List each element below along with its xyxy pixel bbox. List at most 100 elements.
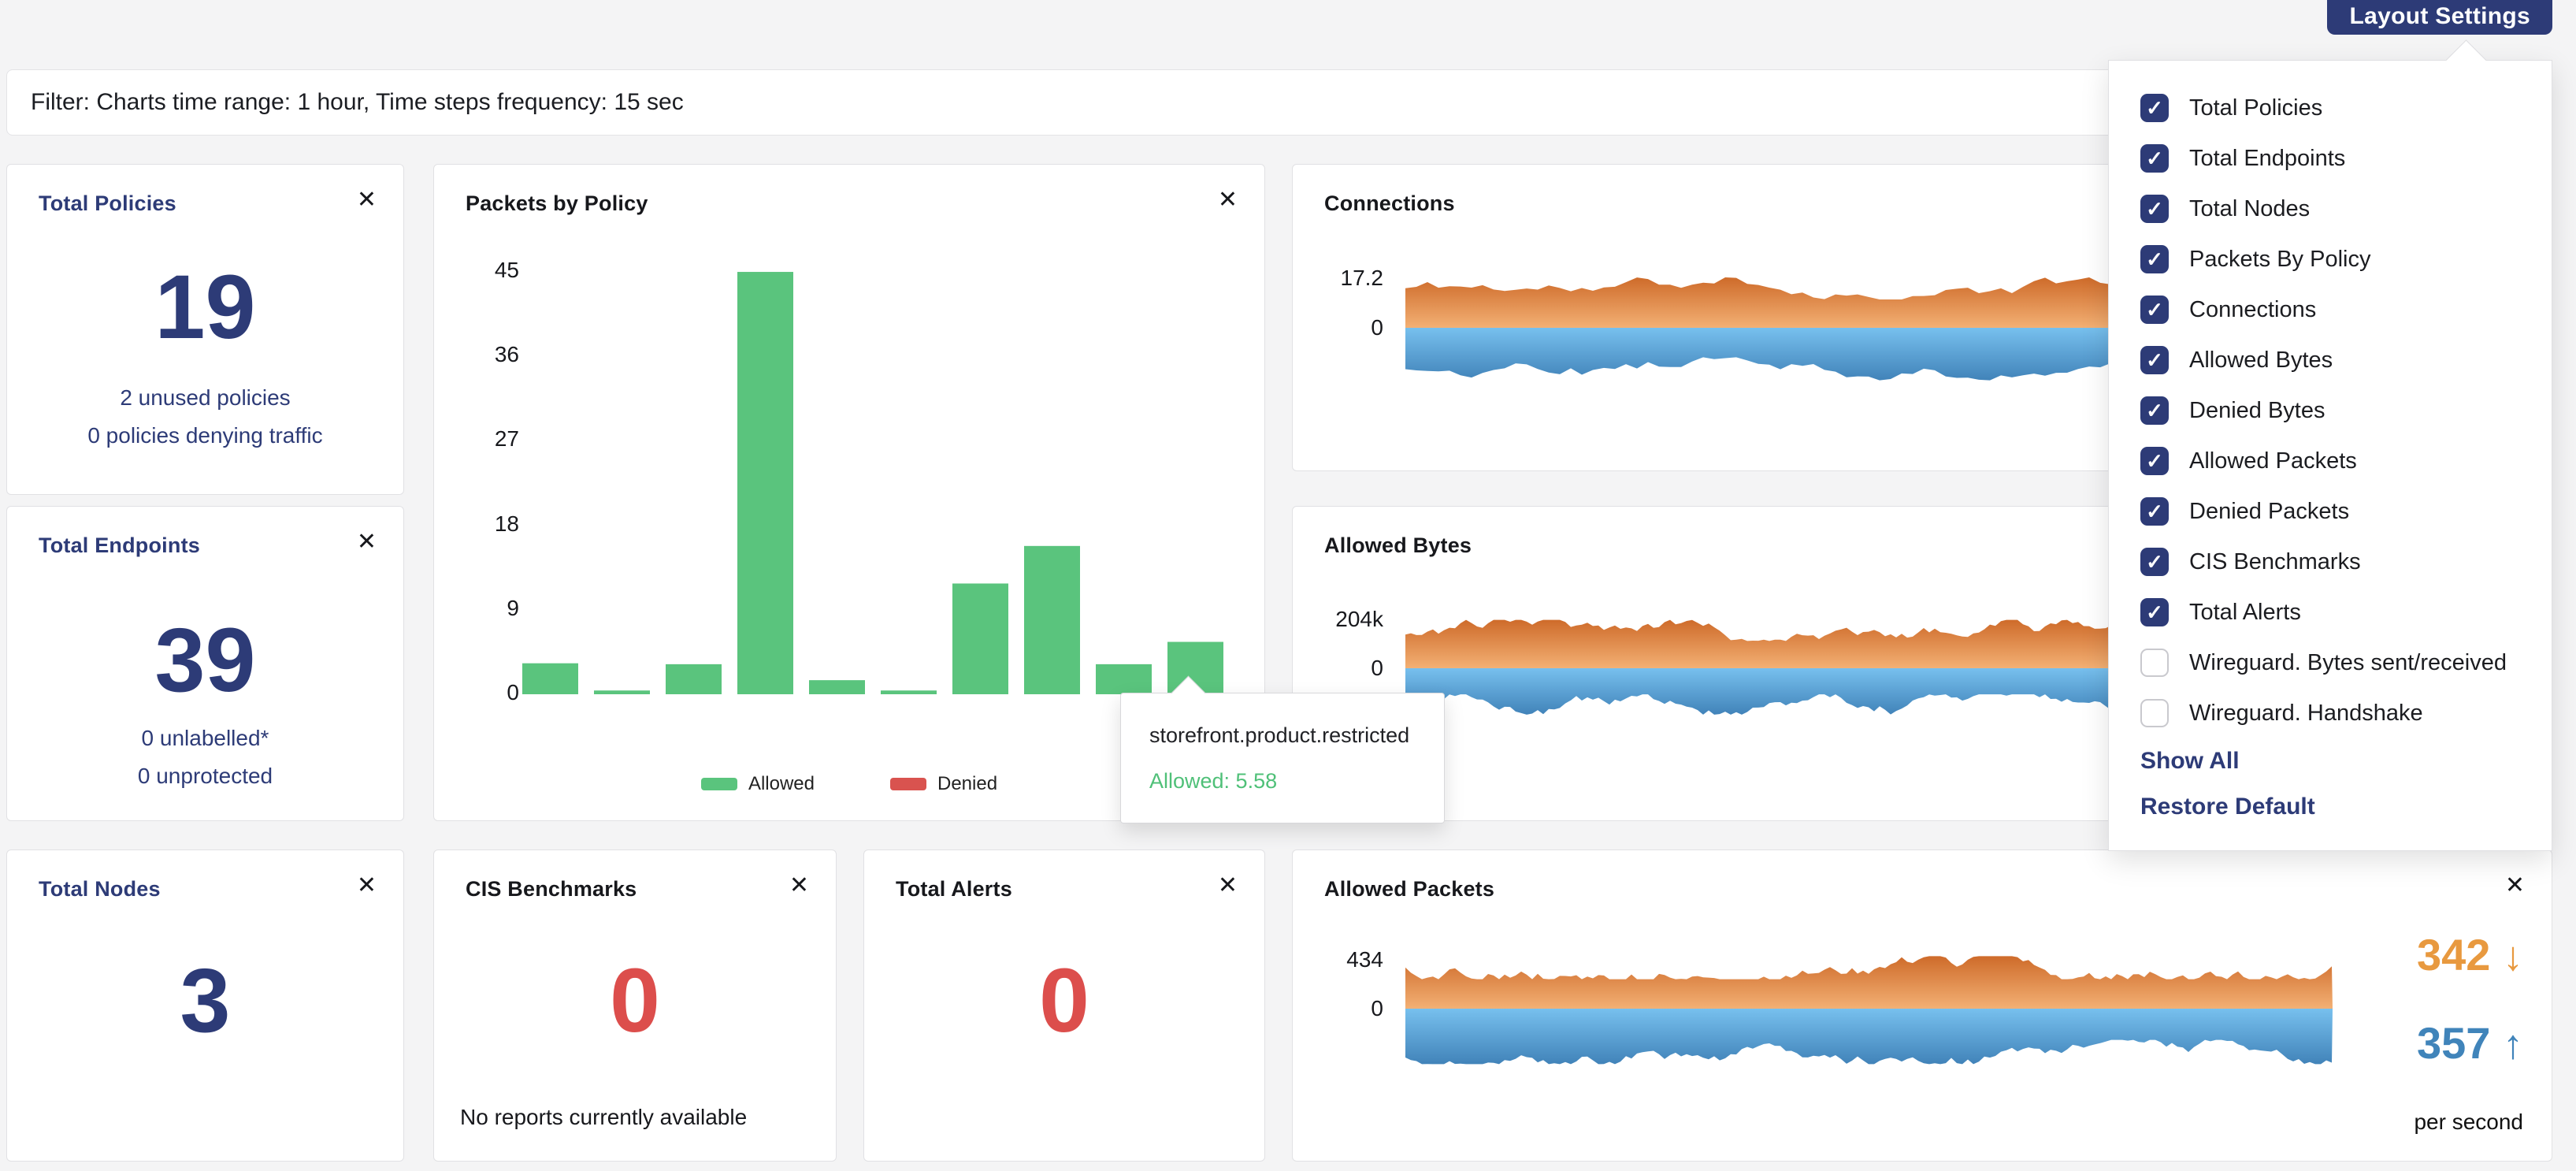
checkbox-checked-icon[interactable]: ✓ xyxy=(2140,296,2169,324)
checkbox-checked-icon[interactable]: ✓ xyxy=(2140,94,2169,122)
layout-menu-item-total-policies[interactable]: ✓ Total Policies xyxy=(2109,83,2552,133)
no-reports-text: No reports currently available xyxy=(460,1106,747,1128)
total-alerts-card: Total Alerts ✕ 0 xyxy=(863,849,1265,1162)
total-endpoints-value: 39 xyxy=(7,615,403,706)
legend-denied: Denied xyxy=(890,773,997,795)
card-title: Allowed Bytes xyxy=(1324,533,1472,558)
layout-menu-item-label: Denied Bytes xyxy=(2189,398,2325,424)
total-nodes-card: Total Nodes ✕ 3 xyxy=(6,849,404,1162)
layout-menu-item-label: Connections xyxy=(2189,297,2316,323)
dashboard-page: Layout Settings Filter: Charts time rang… xyxy=(0,0,2576,1171)
y-tick: 0 xyxy=(1316,998,1383,1020)
layout-menu-item-label: Allowed Bytes xyxy=(2189,348,2333,374)
layout-menu-item-cis-benchmarks[interactable]: ✓ CIS Benchmarks xyxy=(2109,537,2552,587)
legend-allowed: Allowed xyxy=(701,773,815,795)
y-tick: 0 xyxy=(458,682,519,704)
total-alerts-value: 0 xyxy=(864,956,1264,1046)
y-tick: 45 xyxy=(458,259,519,281)
total-endpoints-card: Total Endpoints ✕ 39 0 unlabelled* 0 unp… xyxy=(6,506,404,821)
card-title: Allowed Packets xyxy=(1324,877,1494,901)
unused-policies-text: 2 unused policies xyxy=(7,387,403,409)
packets-up-stat: 357 ↑ xyxy=(2417,1021,2523,1065)
checkbox-checked-icon[interactable]: ✓ xyxy=(2140,447,2169,475)
allowed-swatch-icon xyxy=(701,778,737,790)
close-icon[interactable]: ✕ xyxy=(2505,874,2525,898)
show-all-link[interactable]: Show All xyxy=(2109,738,2552,784)
layout-settings-menu: ✓ Total Policies ✓ Total Endpoints ✓ Total No… xyxy=(2108,60,2552,851)
y-tick: 0 xyxy=(1316,317,1383,339)
layout-menu-item-label: Total Alerts xyxy=(2189,600,2301,626)
menu-caret-icon xyxy=(2445,39,2486,80)
filter-text: Filter: Charts time range: 1 hour, Time … xyxy=(31,89,684,116)
y-tick: 204k xyxy=(1316,608,1383,630)
layout-menu-item-label: Total Endpoints xyxy=(2189,146,2345,172)
card-title: Total Nodes xyxy=(39,877,161,901)
total-policies-value: 19 xyxy=(7,262,403,353)
y-tick: 18 xyxy=(458,513,519,535)
layout-settings-button[interactable]: Layout Settings xyxy=(2327,0,2552,35)
restore-default-link[interactable]: Restore Default xyxy=(2109,784,2552,830)
checkbox-checked-icon[interactable]: ✓ xyxy=(2140,195,2169,223)
layout-menu-item-label: CIS Benchmarks xyxy=(2189,549,2361,575)
card-title: Total Alerts xyxy=(896,877,1012,901)
checkbox-checked-icon[interactable]: ✓ xyxy=(2140,346,2169,374)
arrow-up-icon: ↑ xyxy=(2503,1022,2523,1068)
y-tick: 434 xyxy=(1316,949,1383,971)
layout-menu-item-wireguard-bytes-sent-received[interactable]: Wireguard. Bytes sent/received xyxy=(2109,638,2552,688)
allowed-packets-stream-chart[interactable] xyxy=(1405,941,2333,1079)
layout-menu-item-label: Allowed Packets xyxy=(2189,448,2357,474)
denied-swatch-icon xyxy=(890,778,926,790)
tooltip-policy-name: storefront.product.restricted xyxy=(1149,723,1409,748)
denying-policies-text: 0 policies denying traffic xyxy=(7,425,403,447)
layout-menu-item-connections[interactable]: ✓ Connections xyxy=(2109,284,2552,335)
layout-menu-item-label: Wireguard. Handshake xyxy=(2189,701,2423,727)
checkbox-checked-icon[interactable]: ✓ xyxy=(2140,396,2169,425)
card-title: Total Endpoints xyxy=(39,533,200,558)
checkbox-unchecked-icon[interactable] xyxy=(2140,649,2169,677)
checkbox-checked-icon[interactable]: ✓ xyxy=(2140,497,2169,526)
per-second-label: per second xyxy=(2414,1111,2523,1133)
close-icon[interactable]: ✕ xyxy=(789,874,809,898)
close-icon[interactable]: ✕ xyxy=(357,530,377,554)
card-title: Connections xyxy=(1324,191,1455,216)
packets-down-stat: 342 ↓ xyxy=(2417,933,2523,977)
layout-menu-item-label: Packets By Policy xyxy=(2189,247,2370,273)
layout-menu-item-denied-bytes[interactable]: ✓ Denied Bytes xyxy=(2109,385,2552,436)
card-title: Total Policies xyxy=(39,191,176,216)
layout-menu-item-packets-by-policy[interactable]: ✓ Packets By Policy xyxy=(2109,234,2552,284)
close-icon[interactable]: ✕ xyxy=(357,188,377,212)
arrow-down-icon: ↓ xyxy=(2503,934,2523,980)
y-tick: 9 xyxy=(458,597,519,619)
cis-benchmarks-value: 0 xyxy=(434,956,836,1046)
legend-allowed-label: Allowed xyxy=(748,773,815,795)
checkbox-unchecked-icon[interactable] xyxy=(2140,699,2169,727)
layout-menu-item-total-nodes[interactable]: ✓ Total Nodes xyxy=(2109,184,2552,234)
y-tick: 17.2 xyxy=(1316,267,1383,289)
layout-menu-item-label: Total Nodes xyxy=(2189,196,2310,222)
layout-menu-item-allowed-packets[interactable]: ✓ Allowed Packets xyxy=(2109,436,2552,486)
checkbox-checked-icon[interactable]: ✓ xyxy=(2140,598,2169,626)
layout-menu-item-denied-packets[interactable]: ✓Denied Packets xyxy=(2109,486,2552,537)
layout-menu-item-allowed-bytes[interactable]: ✓ Allowed Bytes xyxy=(2109,335,2552,385)
y-tick: 36 xyxy=(458,344,519,366)
legend-denied-label: Denied xyxy=(937,773,997,795)
tooltip-allowed-value: Allowed: 5.58 xyxy=(1149,769,1277,794)
packets-bar-chart[interactable] xyxy=(522,267,1247,708)
checkbox-checked-icon[interactable]: ✓ xyxy=(2140,144,2169,173)
checkbox-checked-icon[interactable]: ✓ xyxy=(2140,548,2169,576)
layout-menu-item-total-endpoints[interactable]: ✓ Total Endpoints xyxy=(2109,133,2552,184)
layout-menu-item-wireguard-handshake[interactable]: Wireguard. Handshake xyxy=(2109,688,2552,738)
close-icon[interactable]: ✕ xyxy=(1218,874,1238,898)
cis-benchmarks-card: CIS Benchmarks ✕ 0 No reports currently … xyxy=(433,849,837,1162)
card-title: CIS Benchmarks xyxy=(466,877,637,901)
checkbox-checked-icon[interactable]: ✓ xyxy=(2140,245,2169,273)
y-tick: 0 xyxy=(1316,657,1383,679)
close-icon[interactable]: ✕ xyxy=(357,874,377,898)
y-tick: 27 xyxy=(458,428,519,450)
total-nodes-value: 3 xyxy=(7,956,403,1046)
layout-menu-item-total-alerts[interactable]: ✓ Total Alerts xyxy=(2109,587,2552,638)
layout-menu-item-label: Total Policies xyxy=(2189,95,2322,121)
total-policies-card: Total Policies ✕ 19 2 unused policies 0 … xyxy=(6,164,404,495)
chart-tooltip: storefront.product.restricted Allowed: 5… xyxy=(1120,693,1445,823)
unlabelled-text: 0 unlabelled* xyxy=(7,727,403,749)
